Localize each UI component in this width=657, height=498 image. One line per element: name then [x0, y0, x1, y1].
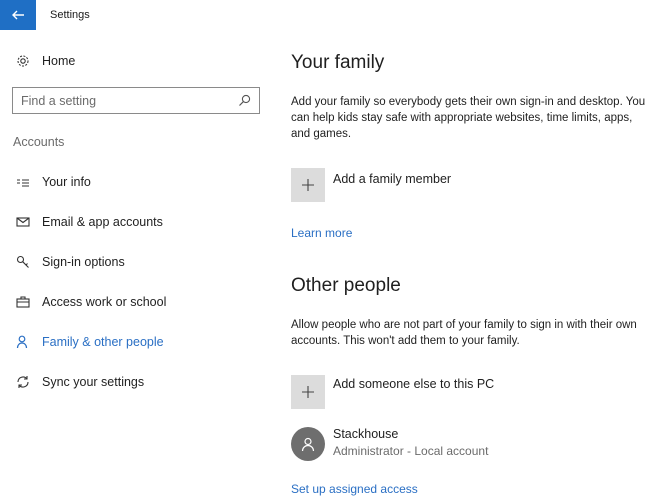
sidebar-item-home[interactable]: Home [0, 46, 270, 76]
window-title: Settings [50, 9, 90, 21]
avatar[interactable] [291, 427, 325, 461]
learn-more-link[interactable]: Learn more [291, 226, 352, 240]
add-family-member-label[interactable]: Add a family member [333, 172, 451, 186]
plus-icon [302, 179, 314, 191]
briefcase-icon [16, 295, 30, 309]
sync-icon [16, 375, 30, 389]
sidebar-item-label: Email & app accounts [42, 215, 163, 229]
user-info-icon [16, 175, 30, 189]
search-input[interactable] [13, 88, 233, 113]
user-avatar-icon [301, 437, 315, 452]
sidebar-item-label: Your info [42, 175, 91, 189]
add-someone-label[interactable]: Add someone else to this PC [333, 377, 494, 391]
gear-icon [16, 54, 30, 68]
sidebar-item-sync[interactable]: Sync your settings [0, 367, 270, 397]
add-family-member-button[interactable] [291, 168, 325, 202]
family-heading: Your family [291, 52, 385, 73]
sidebar-item-access-work[interactable]: Access work or school [0, 287, 270, 317]
person-icon [16, 335, 30, 349]
sidebar-item-label: Sync your settings [42, 375, 145, 389]
sidebar-item-label: Sign-in options [42, 255, 125, 269]
search-box[interactable] [12, 87, 260, 114]
other-people-heading: Other people [291, 275, 401, 296]
sidebar-item-family[interactable]: Family & other people [0, 327, 270, 357]
sidebar-item-label: Access work or school [42, 295, 167, 309]
sidebar-item-sign-in-options[interactable]: Sign-in options [0, 247, 270, 277]
plus-icon [302, 386, 314, 398]
user-name[interactable]: Stackhouse [333, 427, 398, 441]
key-icon [16, 255, 30, 269]
sidebar-item-label: Home [42, 54, 76, 68]
sidebar-item-your-info[interactable]: Your info [0, 167, 270, 197]
sidebar-item-label: Family & other people [42, 335, 164, 349]
sidebar-item-email-accounts[interactable]: Email & app accounts [0, 207, 270, 237]
title-bar: Settings [0, 0, 657, 30]
section-label-accounts: Accounts [13, 135, 65, 149]
main-content: Your family Add your family so everybody… [291, 30, 657, 498]
family-description: Add your family so everybody gets their … [291, 96, 646, 140]
back-button[interactable] [0, 0, 36, 30]
search-icon[interactable] [238, 94, 251, 107]
sidebar: Home Accounts Your info Email & app acco… [0, 30, 270, 498]
other-people-description: Allow people who are not part of your fa… [291, 319, 637, 347]
assigned-access-link[interactable]: Set up assigned access [291, 482, 418, 496]
back-arrow-icon [12, 10, 24, 20]
mail-icon [16, 215, 30, 229]
user-role: Administrator - Local account [333, 444, 489, 458]
add-someone-button[interactable] [291, 375, 325, 409]
